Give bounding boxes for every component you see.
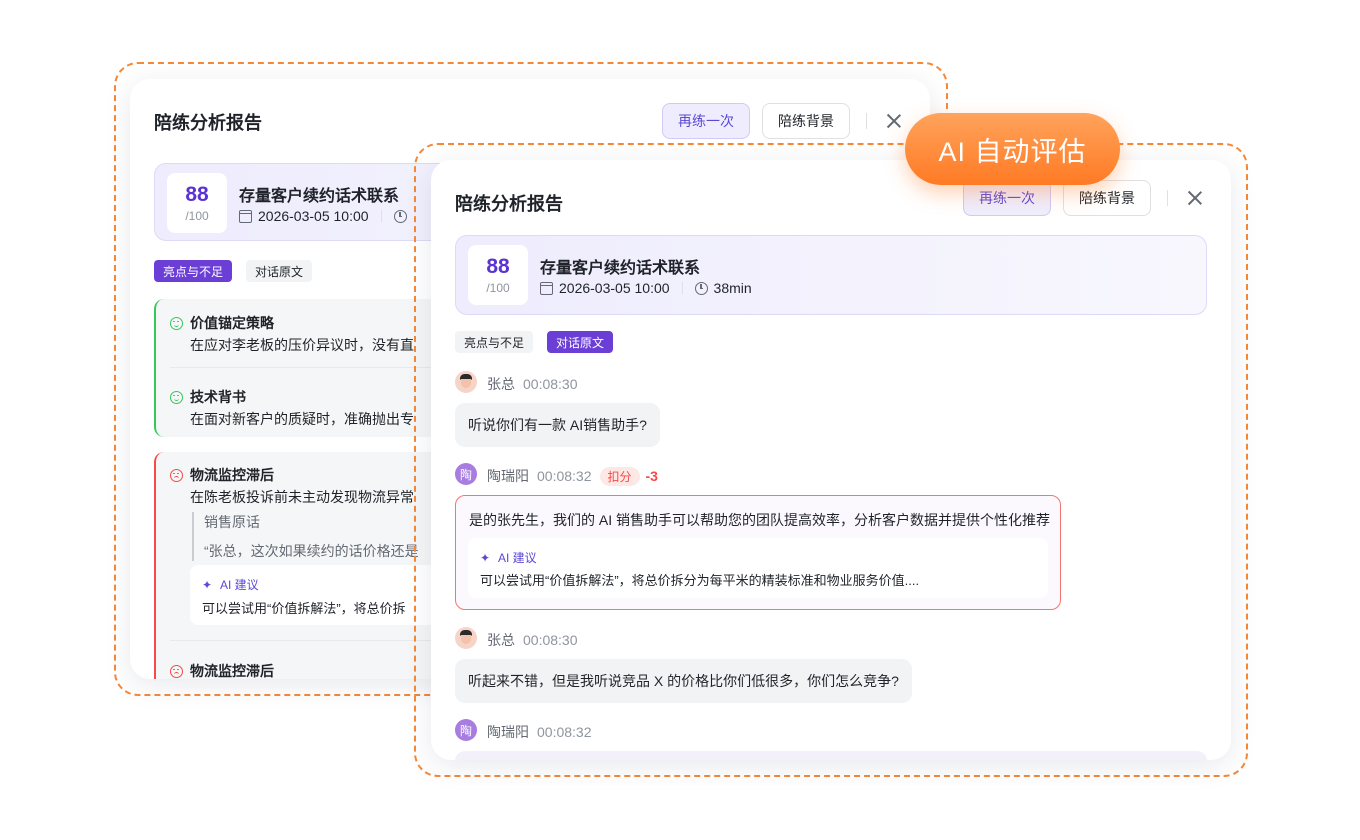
retry-button[interactable]: 再练一次 [662, 103, 750, 139]
ai-suggestion-box: ✦ AI 建议 可以尝试用“价值拆解法”，将总价拆分为每平米的精装标准和物业服务… [468, 538, 1048, 598]
calendar-icon [239, 209, 252, 223]
avatar-customer [455, 371, 477, 393]
ai-suggestion-header: ✦ AI 建议 [480, 550, 537, 565]
sparkle-icon: ✦ [480, 550, 491, 565]
score-total: /100 [486, 281, 510, 295]
score-box: 88 /100 [167, 173, 227, 233]
score-card: 88 /100 存量客户续约话术联系 2026-03-05 10:00 38mi… [455, 235, 1207, 315]
meta-divider [380, 210, 382, 222]
score-value: 88 [486, 255, 510, 278]
sales-quote: 销售原话 “张总，这次如果续约的话价格还是 [192, 512, 419, 561]
smile-icon [170, 390, 183, 404]
avatar-sales: 陶 [455, 463, 477, 485]
flagged-message-bubble: 是的张先生，我们的 AI 销售助手可以帮助您的团队提高效率，分析客户数据并提供个… [455, 495, 1061, 610]
message-text: 是的张先生，我们的 AI 销售助手可以帮助您的团队提高效率，分析客户数据并提供个… [469, 512, 1051, 528]
avatar-sales: 陶 [455, 719, 477, 741]
ai-suggestion-header: ✦ AI 建议 [202, 577, 259, 592]
ai-suggestion-text: 可以尝试用“价值拆解法”，将总价拆 [202, 601, 406, 616]
message-bubble [455, 751, 1207, 760]
panel-title: 陪练分析报告 [154, 113, 262, 133]
message-bubble: 听起来不错，但是我听说竞品 X 的价格比你们低很多，你们怎么竞争? [455, 659, 912, 703]
ai-auto-evaluation-badge: AI 自动评估 [905, 113, 1120, 185]
front-report-panel: 陪练分析报告 再练一次 陪练背景 88 /100 存量客户续约话术联系 2026… [431, 160, 1231, 760]
meta-divider [681, 282, 683, 294]
issue-item-text: 在陈老板投诉前未主动发现物流异常 [190, 489, 414, 505]
calendar-icon [540, 281, 553, 295]
message-bubble: 听说你们有一款 AI销售助手? [455, 403, 660, 447]
highlight-item-title: 技术背书 [170, 387, 246, 407]
retry-button[interactable]: 再练一次 [963, 180, 1051, 216]
speaker-name: 张总 [487, 376, 515, 392]
tab-highlights[interactable]: 亮点与不足 [455, 331, 534, 353]
tab-transcript[interactable]: 对话原文 [547, 331, 614, 353]
session-meta: 2026-03-05 10:00 38min [540, 280, 752, 296]
session-meta: 2026-03-05 10:00 [239, 208, 413, 224]
frown-icon [170, 468, 183, 482]
message-time: 00:08:30 [523, 632, 578, 648]
score-value: 88 [185, 183, 209, 206]
clock-icon [694, 281, 708, 295]
issue-item-title: 物流监控滞后 [170, 465, 274, 485]
close-icon[interactable] [884, 111, 904, 131]
avatar-customer [455, 627, 477, 649]
speaker-line: 张总 00:08:30 [487, 374, 578, 394]
score-box: 88 /100 [468, 245, 528, 305]
message-time: 00:08:32 [537, 468, 592, 484]
session-datetime: 2026-03-05 10:00 [559, 280, 670, 296]
speaker-name: 张总 [487, 632, 515, 648]
header-divider [866, 113, 867, 129]
smile-icon [170, 316, 183, 330]
highlight-item-text: 在面对新客户的质疑时，准确抛出专 [190, 411, 414, 427]
quote-label: 销售原话 [204, 514, 260, 530]
frown-icon [170, 664, 183, 678]
speaker-line: 陶瑞阳 00:08:32 扣分 -3 [487, 466, 658, 486]
message-time: 00:08:30 [523, 376, 578, 392]
tab-highlights[interactable]: 亮点与不足 [154, 260, 233, 282]
speaker-name: 陶瑞阳 [487, 468, 529, 484]
speaker-name: 陶瑞阳 [487, 724, 529, 740]
quote-text: “张总，这次如果续约的话价格还是 [204, 543, 419, 559]
highlight-item-text: 在应对李老板的压价异议时，没有直 [190, 337, 414, 353]
background-button[interactable]: 陪练背景 [762, 103, 850, 139]
message-time: 00:08:32 [537, 724, 592, 740]
background-button[interactable]: 陪练背景 [1063, 180, 1151, 216]
session-title: 存量客户续约话术联系 [239, 188, 400, 205]
tab-transcript[interactable]: 对话原文 [246, 260, 313, 282]
header-divider [1167, 190, 1168, 206]
session-datetime: 2026-03-05 10:00 [258, 208, 369, 224]
deduct-value: -3 [645, 468, 658, 484]
close-icon[interactable] [1185, 188, 1205, 208]
session-title: 存量客户续约话术联系 [540, 260, 701, 277]
clock-icon [393, 209, 407, 223]
highlight-item-title: 价值锚定策略 [170, 313, 274, 333]
ai-suggestion-text: 可以尝试用“价值拆解法”，将总价拆分为每平米的精装标准和物业服务价值.... [480, 573, 920, 588]
speaker-line: 张总 00:08:30 [487, 630, 578, 650]
issue-item-title: 物流监控滞后 [170, 661, 274, 679]
speaker-line: 陶瑞阳 00:08:32 [487, 722, 592, 742]
session-duration: 38min [713, 280, 752, 296]
sparkle-icon: ✦ [202, 577, 213, 592]
deduct-tag: 扣分 [599, 466, 640, 486]
score-total: /100 [185, 209, 209, 223]
panel-title: 陪练分析报告 [455, 194, 563, 214]
